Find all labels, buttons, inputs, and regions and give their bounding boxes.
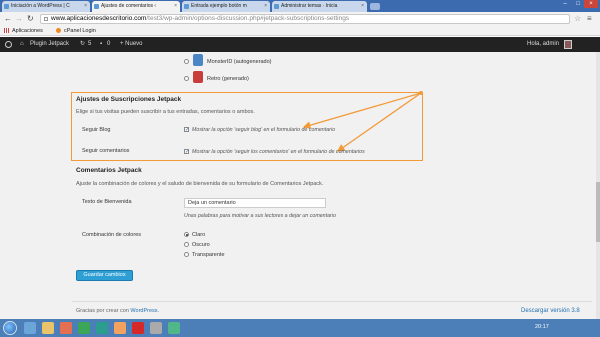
footer-thanks-text: Gracias por crear con — [76, 308, 129, 314]
footer-thanks: Gracias por crear con WordPress. — [76, 308, 160, 314]
greeting-label: Texto de Bienvenida — [82, 199, 132, 205]
app-icon[interactable] — [114, 322, 126, 334]
media-player-icon[interactable] — [78, 322, 90, 334]
subscriptions-description: Elige si tus visitas pueden suscribir a … — [76, 109, 255, 115]
folder-icon[interactable] — [42, 322, 54, 334]
color-radio-light[interactable] — [184, 232, 189, 237]
windows-taskbar: 20:17 — [0, 319, 600, 337]
tray-clock: 20:17 — [535, 324, 549, 330]
color-scheme-label: Combinación de colores — [82, 232, 142, 238]
color-radio-transparent[interactable] — [184, 252, 189, 257]
follow-comments-checkbox[interactable]: ✓ — [184, 149, 189, 155]
follow-comments-label: Seguir comentarios — [82, 148, 130, 154]
color-option-dark: Oscuro — [192, 242, 210, 248]
follow-blog-option-text: Mostrar la opción 'seguir blog' en el fo… — [192, 127, 336, 133]
app-icon[interactable] — [150, 322, 162, 334]
app-icon[interactable] — [132, 322, 144, 334]
comments-description: Ajuste la combinación de colores y el sa… — [76, 181, 324, 187]
start-button[interactable] — [3, 321, 17, 335]
download-version-link[interactable]: Descargar versión 3.8 — [521, 308, 580, 314]
wordpress-link[interactable]: WordPress — [130, 308, 157, 314]
follow-blog-label: Seguir Blog — [82, 127, 111, 133]
follow-comments-option-text: Mostrar la opción 'seguir los comentario… — [192, 149, 365, 155]
color-option-light: Claro — [192, 232, 206, 238]
arrow-to-blog-option — [302, 92, 422, 129]
app-icon[interactable] — [168, 322, 180, 334]
arrow-to-comments-option — [336, 92, 422, 152]
greeting-input[interactable]: Deja un comentario — [184, 198, 326, 208]
color-option-transparent: Transparente — [192, 252, 225, 258]
footer-divider — [72, 301, 592, 302]
save-changes-button[interactable]: Guardar cambios — [76, 270, 133, 281]
comments-heading: Comentarios Jetpack — [76, 167, 142, 174]
greeting-help: Unas palabras para motivar a sus lectore… — [184, 213, 336, 219]
firefox-icon[interactable] — [60, 322, 72, 334]
app-icon[interactable] — [96, 322, 108, 334]
color-radio-dark[interactable] — [184, 242, 189, 247]
greeting-input-value: Deja un comentario — [188, 200, 236, 206]
subscriptions-heading: Ajustes de Suscripciones Jetpack — [76, 96, 182, 103]
explorer-icon[interactable] — [24, 322, 36, 334]
follow-blog-checkbox[interactable]: ✓ — [184, 127, 189, 133]
